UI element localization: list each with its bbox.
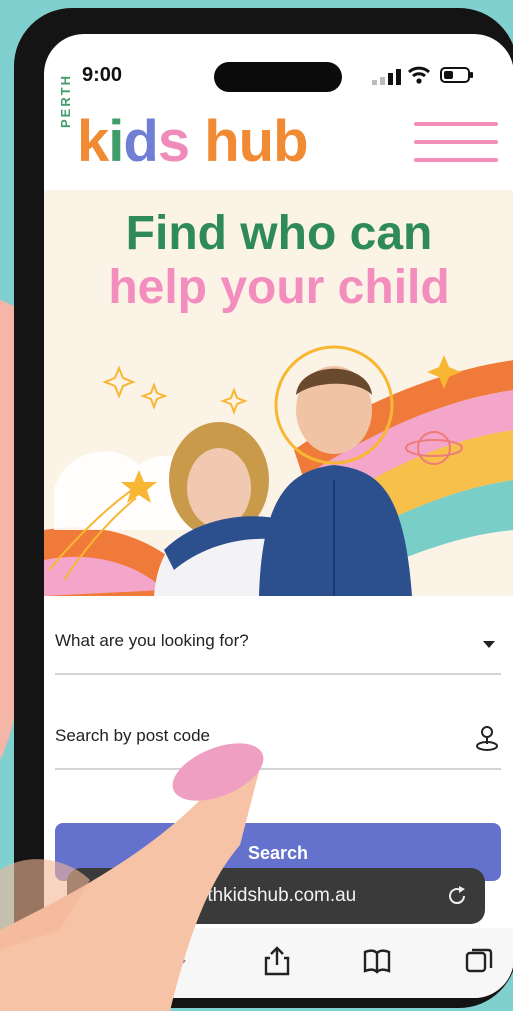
logo-letter	[189, 109, 204, 174]
reload-icon[interactable]	[445, 884, 469, 908]
dynamic-island	[214, 62, 342, 92]
hero-banner: Find who can help your child	[44, 190, 513, 596]
phone-screen: 9:00 PERTH kids hub Find who can help yo…	[44, 34, 513, 998]
status-time: 9:00	[82, 64, 123, 86]
menu-button[interactable]	[414, 122, 498, 168]
forward-icon[interactable]	[162, 946, 192, 976]
logo-letter: k	[77, 109, 109, 174]
browser-address-bar[interactable]: rthkidshub.com.au	[67, 868, 485, 924]
location-pin-icon[interactable]	[475, 724, 499, 752]
logo-letter: s	[157, 109, 190, 174]
menu-icon-line	[414, 122, 498, 126]
site-logo[interactable]: kids hub	[77, 109, 309, 174]
share-icon[interactable]	[262, 946, 292, 976]
service-select-label: What are you looking for?	[55, 631, 249, 650]
bookmarks-icon[interactable]	[362, 946, 392, 976]
logo-letter: h	[204, 109, 239, 174]
logo-letter: d	[123, 109, 158, 174]
hero-illustration	[44, 345, 513, 596]
search-form: What are you looking for? Search by post…	[44, 596, 513, 896]
browser-toolbar	[44, 928, 513, 998]
status-bar: 9:00	[44, 34, 513, 104]
wifi-icon	[408, 66, 430, 84]
menu-icon-line	[414, 140, 498, 144]
battery-icon	[440, 67, 473, 83]
logo-letter: u	[238, 109, 274, 174]
address-url: rthkidshub.com.au	[201, 885, 357, 906]
logo-letter: i	[108, 109, 124, 174]
postcode-placeholder: Search by post code	[55, 726, 210, 745]
menu-icon-line	[414, 158, 498, 162]
cellular-signal-icon	[372, 69, 401, 85]
logo-letter: b	[273, 109, 308, 174]
phone-frame: 9:00 PERTH kids hub Find who can help yo…	[14, 8, 513, 1008]
tabs-icon[interactable]	[464, 946, 494, 976]
chevron-down-icon	[483, 641, 495, 648]
postcode-input[interactable]: Search by post code	[55, 706, 501, 770]
service-select[interactable]: What are you looking for?	[55, 611, 501, 675]
logo-perth-text: PERTH	[58, 73, 73, 128]
